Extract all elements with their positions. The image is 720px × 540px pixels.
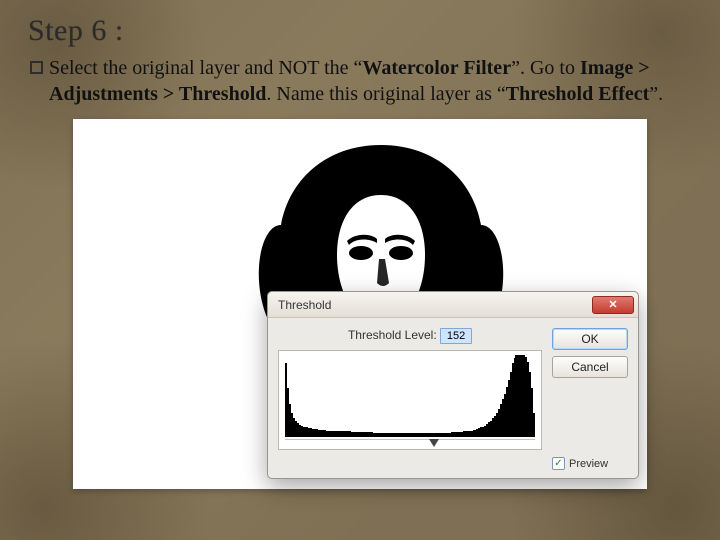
histogram-bar <box>533 413 535 438</box>
threshold-level-row: Threshold Level: 152 <box>278 328 542 344</box>
instruction-bullet: Select the original layer and NOT the “W… <box>28 56 692 107</box>
ok-button[interactable]: OK <box>552 328 628 350</box>
close-icon: ✕ <box>608 298 617 311</box>
threshold-slider-track[interactable] <box>285 439 535 447</box>
threshold-slider-thumb[interactable] <box>429 439 439 447</box>
cancel-button[interactable]: Cancel <box>552 356 628 378</box>
threshold-level-label: Threshold Level: <box>348 328 437 342</box>
instruction-text-part: ”. <box>649 83 663 105</box>
threshold-level-input[interactable]: 152 <box>440 328 472 344</box>
threshold-histogram <box>278 350 542 450</box>
instruction-text-part: ”. Go to <box>511 57 580 79</box>
instruction-text: Select the original layer and NOT the “W… <box>49 56 692 107</box>
preview-label: Preview <box>569 458 608 470</box>
preview-checkbox[interactable]: ✓ <box>552 457 565 470</box>
instruction-text-bold: Watercolor Filter <box>362 57 511 79</box>
instruction-text-part: Select the original layer and NOT the “ <box>49 57 362 79</box>
step-title: Step 6 : <box>28 14 692 48</box>
screenshot-figure: Threshold ✕ Threshold Level: 152 <box>73 119 647 489</box>
dialog-title: Threshold <box>278 298 592 312</box>
threshold-dialog: Threshold ✕ Threshold Level: 152 <box>267 291 639 479</box>
close-button[interactable]: ✕ <box>592 296 634 314</box>
instruction-text-part: . Name this original layer as “ <box>266 83 505 105</box>
dialog-titlebar[interactable]: Threshold ✕ <box>268 292 638 318</box>
instruction-text-bold: Threshold Effect <box>506 83 650 105</box>
bullet-marker-icon <box>30 61 43 74</box>
